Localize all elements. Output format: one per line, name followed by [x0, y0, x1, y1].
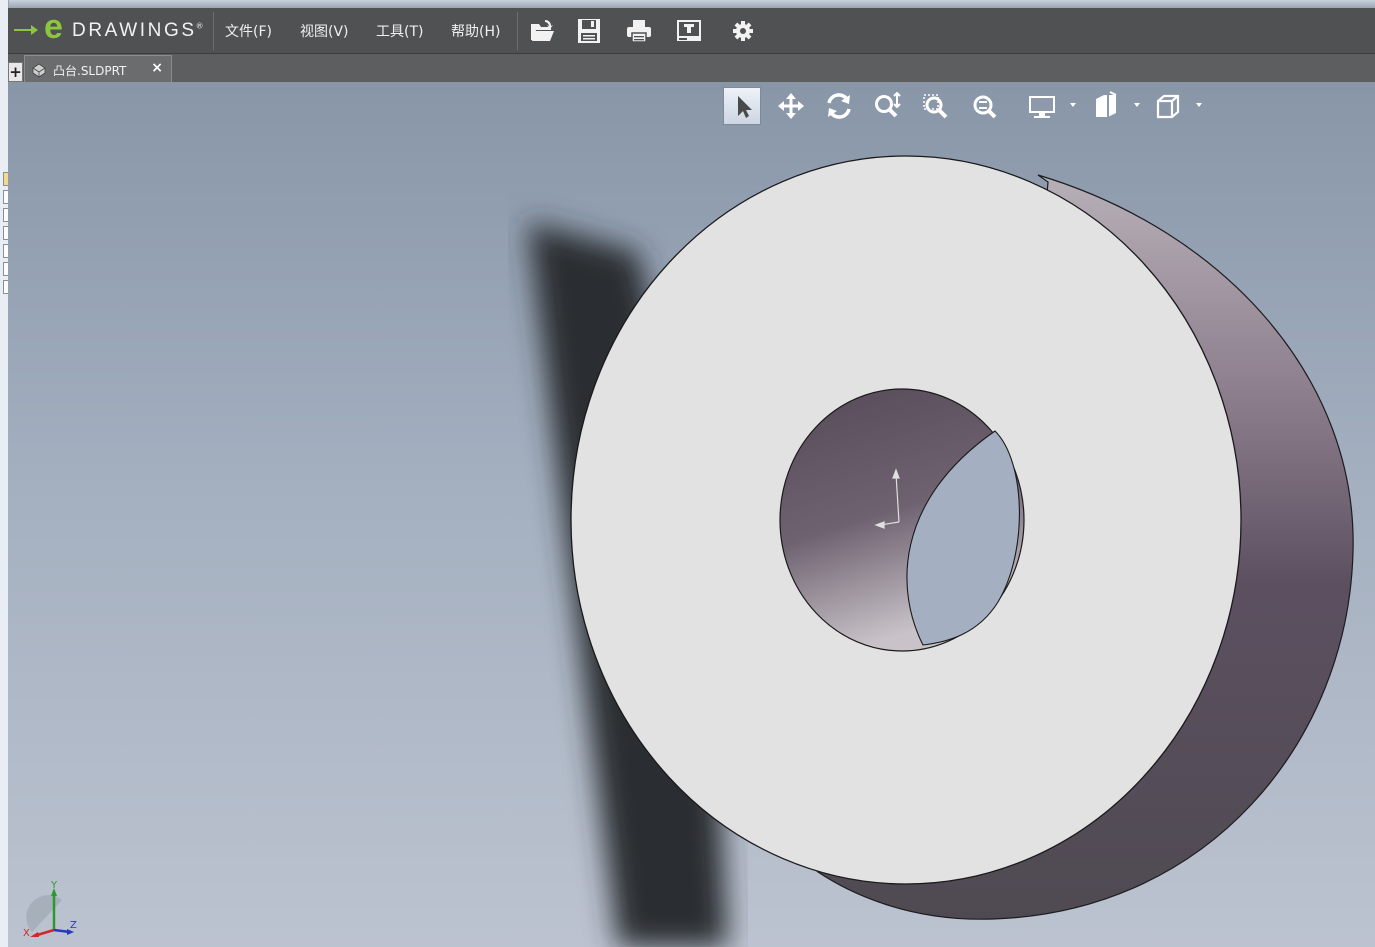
desktop-top-strip — [0, 0, 1375, 8]
menu-view[interactable]: 视图(V) — [300, 21, 349, 41]
view-toolbar — [723, 86, 1213, 126]
save-icon[interactable] — [575, 17, 603, 45]
triad-x-label: X — [23, 928, 30, 939]
display-style-icon[interactable] — [1023, 87, 1061, 125]
3d-viewport[interactable]: Y X Z — [8, 82, 1375, 947]
menu-tools[interactable]: 工具(T) — [376, 21, 423, 41]
zoom-to-fit-icon[interactable] — [965, 87, 1003, 125]
part-file-icon — [32, 63, 46, 78]
new-tab-button[interactable]: + — [8, 62, 23, 82]
document-tab-label: 凸台.SLDPRT — [53, 64, 127, 78]
gear-icon[interactable] — [729, 17, 757, 45]
section-view-dropdown-icon[interactable] — [1134, 103, 1140, 107]
close-tab-icon[interactable]: × — [151, 60, 163, 76]
menu-file[interactable]: 文件(F) — [225, 21, 272, 41]
logo-e: e — [44, 8, 63, 46]
print-icon[interactable] — [625, 17, 653, 45]
document-tab[interactable]: 凸台.SLDPRT × — [24, 55, 172, 83]
open-file-icon[interactable] — [528, 17, 556, 45]
edrawings-logo: e DRAWINGS® — [14, 8, 210, 46]
menu-help[interactable]: 帮助(H) — [451, 21, 500, 41]
zoom-icon[interactable] — [868, 87, 906, 125]
zoom-to-area-icon[interactable] — [917, 87, 955, 125]
triad-z-label: Z — [70, 920, 77, 931]
menu-separator — [213, 12, 214, 50]
markup-icon[interactable] — [675, 17, 703, 45]
document-tab-bar: + 凸台.SLDPRT × — [8, 54, 1375, 83]
logo-arrow-icon — [14, 25, 38, 35]
axis-triad: Y X Z — [23, 880, 77, 939]
section-view-icon[interactable] — [1086, 87, 1124, 125]
standard-views-dropdown-icon[interactable] — [1196, 103, 1202, 107]
select-icon[interactable] — [723, 87, 761, 125]
display-style-dropdown-icon[interactable] — [1070, 103, 1076, 107]
menu-separator — [517, 12, 518, 50]
rotate-icon[interactable] — [820, 87, 858, 125]
part-model — [528, 155, 1354, 947]
standard-views-icon[interactable] — [1149, 87, 1187, 125]
triad-y-label: Y — [50, 880, 58, 891]
pan-icon[interactable] — [772, 87, 810, 125]
menu-bar: e DRAWINGS® 文件(F) 视图(V) 工具(T) 帮助(H) — [8, 8, 1375, 54]
edrawings-window: e DRAWINGS® 文件(F) 视图(V) 工具(T) 帮助(H) + 凸台… — [8, 8, 1375, 947]
logo-wordmark: DRAWINGS® — [72, 20, 206, 41]
